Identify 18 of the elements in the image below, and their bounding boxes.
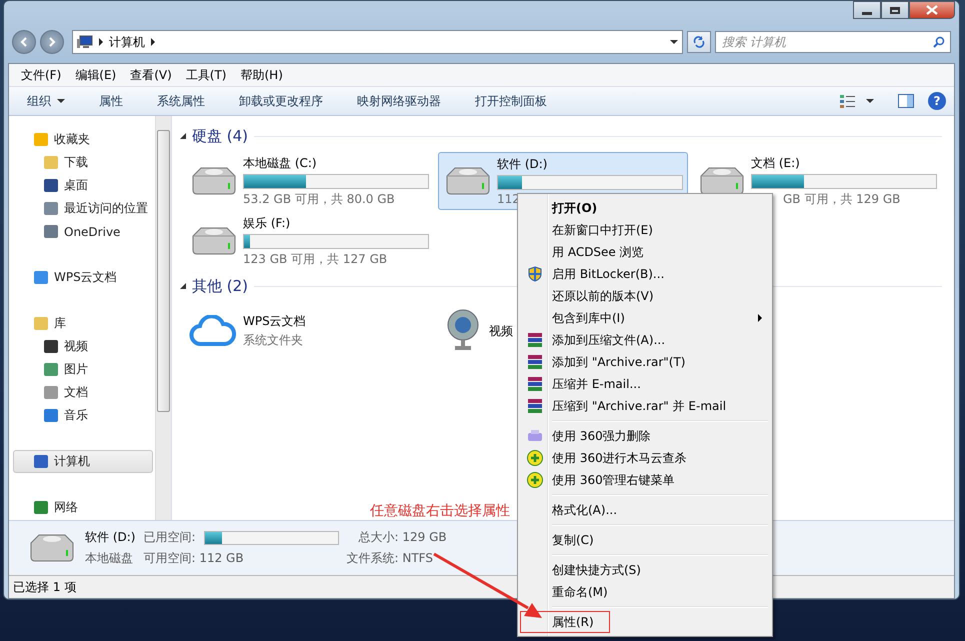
drive-name: WPS云文档 <box>243 313 307 330</box>
drive-name: 软件 (D:) <box>85 529 136 546</box>
status-text: 已选择 1 项 <box>13 578 76 596</box>
drive-info: 53.2 GB 可用，共 80.0 GB <box>243 190 396 208</box>
drive-name: 文档 (E:) <box>751 154 801 172</box>
drive-name: 本地磁盘 (C:) <box>243 154 318 172</box>
drive-info: 123 GB 可用，共 127 GB <box>243 250 388 268</box>
free-space-text: 可用空间: 112 GB <box>143 550 245 567</box>
drive-name: 娱乐 (F:) <box>243 214 292 232</box>
drive-name: 软件 (D:) <box>497 156 548 173</box>
drive-info: GB 可用，共 129 GB <box>782 190 902 208</box>
total-size-text: 总大小: 129 GB <box>358 529 447 546</box>
drive-type: 本地磁盘 <box>85 550 134 567</box>
file-system-text: 文件系统: NTFS <box>346 550 434 567</box>
annotation-text: 任意磁盘右击选择属性 <box>370 502 510 520</box>
drive-name: 视频 <box>489 322 514 340</box>
drive-info: 系统文件夹 <box>243 332 304 349</box>
used-space-label: 已用空间: <box>143 529 196 546</box>
